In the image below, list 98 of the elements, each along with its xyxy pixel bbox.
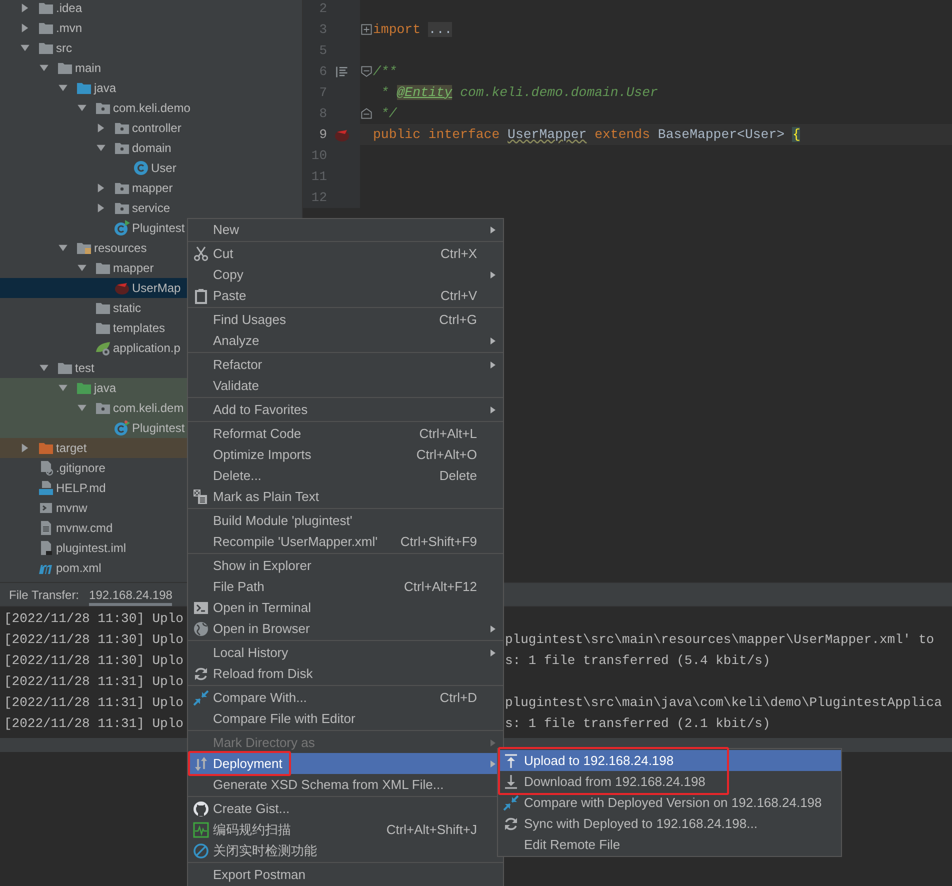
file-icon	[38, 460, 54, 476]
log-line: [2022/11/28 11:30] Uplo	[4, 610, 184, 628]
tree-item[interactable]: com.keli.demo	[0, 98, 302, 118]
code-line: /**	[373, 62, 397, 81]
class-icon	[114, 220, 130, 236]
package-icon	[114, 180, 130, 196]
menu-item[interactable]: Local History	[188, 642, 503, 663]
file-icon	[38, 520, 54, 536]
tree-item[interactable]: User	[0, 158, 302, 178]
menu-item[interactable]: Find Usages Ctrl+G	[188, 309, 503, 330]
refresh-icon	[503, 816, 519, 832]
clipboard-icon	[192, 288, 208, 304]
menu-item[interactable]: Delete... Delete	[188, 465, 503, 486]
menu-item[interactable]: File Path Ctrl+Alt+F12	[188, 576, 503, 597]
log-line: [2022/11/28 11:31] Uplo	[4, 672, 184, 691]
folder-icon	[95, 300, 111, 316]
globe-icon	[192, 620, 208, 636]
menu-item[interactable]: Create Gist...	[188, 798, 503, 819]
class-icon	[133, 160, 149, 176]
folder-icon	[38, 40, 54, 56]
file-icon	[38, 540, 54, 556]
menu-item[interactable]: Open in Browser	[188, 618, 503, 639]
file-icon	[38, 480, 54, 496]
tree-item[interactable]: .mvn	[0, 18, 302, 38]
code-line: */	[380, 104, 397, 123]
folder-icon	[38, 440, 54, 456]
menu-item[interactable]: Reload from Disk	[188, 663, 503, 684]
panel-tab[interactable]: 192.168.24.198	[89, 583, 172, 606]
terminal-icon	[38, 500, 54, 516]
log-line: plugintest\src\main\resources\mapper\UserMapper.xml' to	[505, 630, 936, 649]
panel-label: File Transfer:	[9, 586, 80, 604]
menu-item[interactable]: Export Postman	[188, 864, 503, 885]
pulse-icon	[192, 822, 208, 838]
menu-item[interactable]: Cut Ctrl+X	[188, 243, 503, 264]
folder-icon	[38, 20, 54, 36]
tree-item[interactable]: src	[0, 38, 302, 58]
upload-icon	[503, 752, 519, 768]
menu-item[interactable]: Refactor	[188, 354, 503, 375]
log-line: [2022/11/28 11:30] Uplo	[4, 630, 184, 649]
folder-icon	[38, 0, 54, 16]
tree-item[interactable]: domain	[0, 138, 302, 158]
expand-fold-icon	[361, 24, 372, 35]
folder-icon	[95, 260, 111, 276]
menu-item[interactable]: Compare With... Ctrl+D	[188, 687, 503, 708]
line-number: 9	[318, 126, 327, 144]
folder-icon	[76, 380, 92, 396]
log-line: plugintest\src\main\java\com\keli\demo\PlugintestApplica	[505, 694, 943, 712]
collapse-fold-icon	[361, 108, 372, 119]
folder-icon	[76, 240, 92, 256]
code-line: * @Entity com.keli.demo.domain.User	[380, 84, 658, 102]
folder-icon	[57, 60, 73, 76]
download-icon	[503, 774, 519, 790]
menu-item[interactable]: Add to Favorites	[188, 399, 503, 420]
menu-item[interactable]: Show in Explorer	[188, 555, 503, 576]
swap-arrows-icon	[192, 756, 208, 772]
log-line: [2022/11/28 11:30] Uplo	[4, 652, 184, 670]
menu-item[interactable]: Open in Terminal	[188, 597, 503, 618]
doc-icon	[335, 64, 349, 78]
package-icon	[114, 140, 130, 156]
menu-item[interactable]: Build Module 'plugintest'	[188, 510, 503, 531]
menu-item[interactable]: Recompile 'UserMapper.xml' Ctrl+Shift+F9	[188, 531, 503, 552]
tree-item[interactable]: service	[0, 198, 302, 218]
tree-item[interactable]: controller	[0, 118, 302, 138]
tree-item[interactable]: java	[0, 78, 302, 98]
package-icon	[114, 200, 130, 216]
package-icon	[114, 120, 130, 136]
log-line: s: 1 file transferred (5.4 kbit/s)	[505, 652, 772, 670]
menu-item[interactable]: Analyze	[188, 330, 503, 351]
cat-icon	[192, 800, 208, 816]
compare-arrows-icon	[503, 794, 519, 810]
menu-item[interactable]: Mark as Plain Text	[188, 486, 503, 507]
log-line: [2022/11/28 11:31] Uplo	[4, 714, 184, 733]
compare-arrows-icon	[192, 690, 208, 706]
prohibited-icon	[192, 842, 208, 858]
scissors-icon	[192, 246, 208, 262]
folder-icon	[76, 80, 92, 96]
menu-item[interactable]: New	[188, 219, 503, 240]
tree-item[interactable]: main	[0, 58, 302, 78]
terminal-icon	[192, 600, 208, 616]
folder-icon	[95, 320, 111, 336]
refresh-icon	[192, 666, 208, 682]
leaf-icon	[95, 340, 111, 356]
tree-item[interactable]: .idea	[0, 0, 302, 18]
tree-item[interactable]: mapper	[0, 178, 302, 198]
menu-item[interactable]: Download from 192.168.24.198	[498, 771, 841, 792]
menu-item[interactable]: Upload to 192.168.24.198	[498, 750, 841, 771]
folder-icon	[57, 360, 73, 376]
code-line: public interface UserMapper extends BaseMapper<User> {	[373, 126, 800, 144]
menu-item[interactable]: Compare File with Editor	[188, 708, 503, 729]
text-file-icon	[192, 488, 208, 504]
class-icon	[114, 420, 130, 436]
bird-icon	[114, 280, 130, 296]
log-line: [2022/11/28 11:31] Uplo	[4, 694, 184, 712]
log-line: s: 1 file transferred (2.1 kbit/s)	[505, 714, 772, 733]
code-line: import ...	[373, 20, 452, 39]
package-icon	[95, 400, 111, 416]
collapse-fold-icon	[361, 66, 372, 77]
package-icon	[95, 100, 111, 116]
